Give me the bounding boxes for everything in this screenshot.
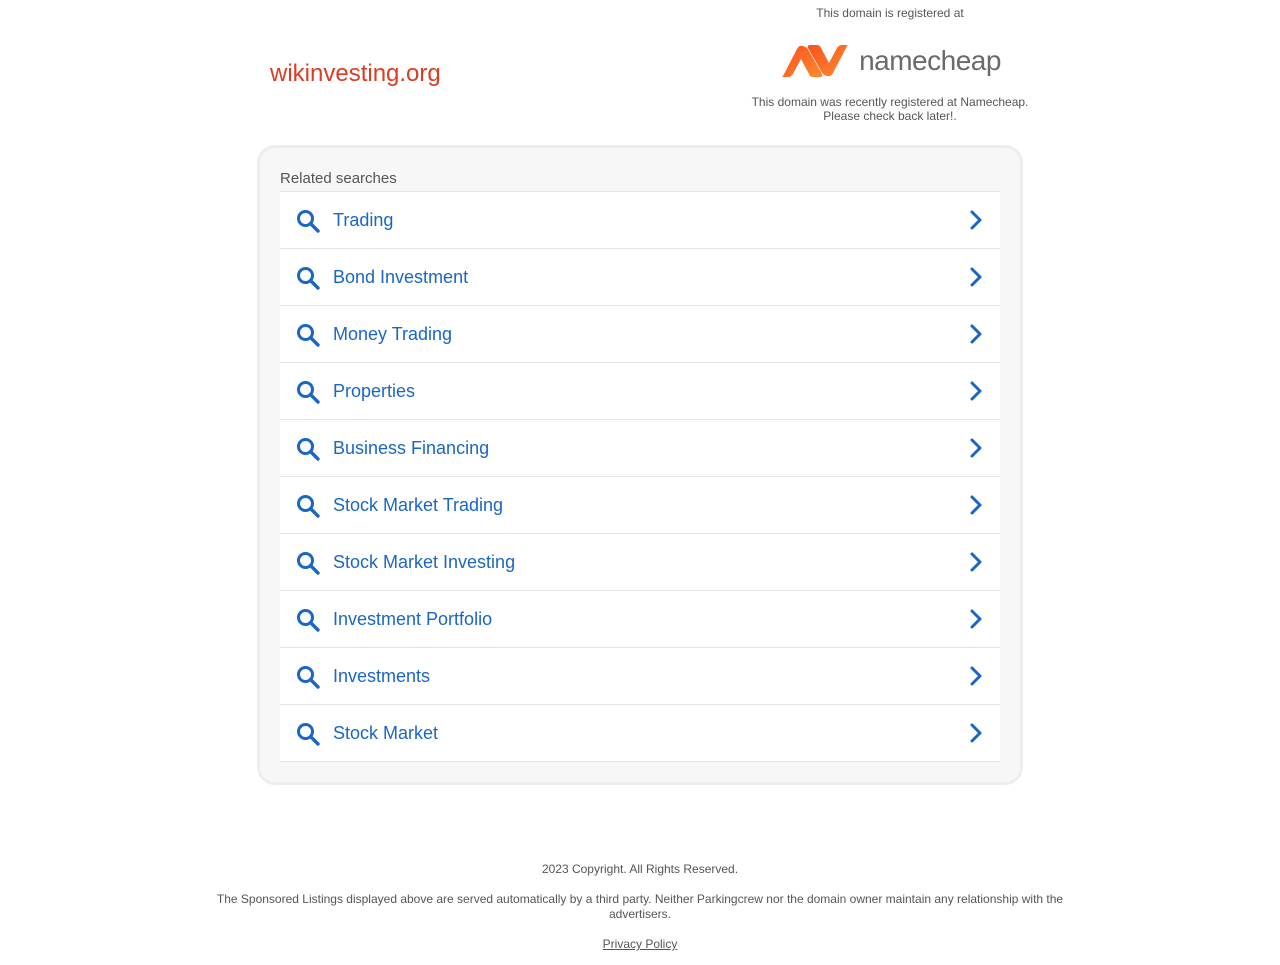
disclaimer-text: The Sponsored Listings displayed above a… xyxy=(216,892,1064,921)
chevron-right-icon xyxy=(970,609,982,629)
related-search-label: Stock Market xyxy=(333,723,439,743)
related-search-label: Investment Portfolio xyxy=(333,609,493,629)
chevron-right-icon xyxy=(970,495,982,515)
related-search-label: Trading xyxy=(333,210,394,230)
related-search-row[interactable]: Stock Market xyxy=(280,705,1000,762)
chevron-right-icon xyxy=(970,723,982,743)
related-search-row[interactable]: Properties xyxy=(280,363,1000,420)
chevron-right-icon xyxy=(970,210,982,230)
related-search-label: Stock Market Investing xyxy=(333,552,516,572)
footer: 2023 Copyright. All Rights Reserved. The… xyxy=(0,862,1280,952)
related-search-row[interactable]: Stock Market Trading xyxy=(280,477,1000,534)
chevron-right-icon xyxy=(970,666,982,686)
namecheap-logo-text: namecheap xyxy=(859,45,1001,76)
registrar-info: This domain is registered at namecheap T… xyxy=(740,5,1040,123)
search-icon xyxy=(297,381,320,404)
search-icon xyxy=(297,438,320,461)
parked-domain-page: wikinvesting.org This domain is register… xyxy=(0,0,1280,965)
chevron-right-icon xyxy=(970,438,982,458)
related-search-row[interactable]: Money Trading xyxy=(280,306,1000,363)
related-search-row[interactable]: Stock Market Investing xyxy=(280,534,1000,591)
chevron-right-icon xyxy=(970,267,982,287)
chevron-right-icon xyxy=(970,324,982,344)
search-icon xyxy=(297,267,320,290)
search-icon xyxy=(297,324,320,347)
related-search-label: Bond Investment xyxy=(333,267,469,287)
registrar-message-line-2: Please check back later!. xyxy=(823,109,957,123)
related-searches-list: Trading Bond Investment Money Trading Prope… xyxy=(280,191,1000,762)
registrar-message-line-1: This domain was recently registered at N… xyxy=(751,95,1029,109)
domain-name: wikinvesting.org xyxy=(270,60,441,87)
registrar-intro-text: This domain is registered at xyxy=(816,6,964,20)
related-search-row[interactable]: Business Financing xyxy=(280,420,1000,477)
chevron-right-icon xyxy=(970,552,982,572)
related-search-label: Business Financing xyxy=(333,438,490,458)
search-icon xyxy=(297,609,320,632)
related-searches-title: Related searches xyxy=(280,170,397,187)
related-search-label: Investments xyxy=(333,666,431,686)
search-icon xyxy=(297,210,320,233)
related-search-row[interactable]: Investments xyxy=(280,648,1000,705)
related-search-label: Stock Market Trading xyxy=(333,495,504,515)
related-search-label: Properties xyxy=(333,381,416,401)
chevron-right-icon xyxy=(970,381,982,401)
namecheap-logo[interactable]: namecheap xyxy=(740,30,1040,92)
copyright-text: 2023 Copyright. All Rights Reserved. xyxy=(541,862,739,876)
search-icon xyxy=(297,552,320,575)
related-search-row[interactable]: Trading xyxy=(280,192,1000,249)
related-search-row[interactable]: Bond Investment xyxy=(280,249,1000,306)
related-search-label: Money Trading xyxy=(333,324,453,344)
search-icon xyxy=(297,666,320,689)
namecheap-logo-icon xyxy=(782,45,848,77)
registrar-message: This domain was recently registered at N… xyxy=(740,95,1040,123)
related-searches-box: Related searches Trading Bond Investment M… xyxy=(257,145,1023,785)
search-icon xyxy=(297,723,320,746)
search-icon xyxy=(297,495,320,518)
privacy-policy-link[interactable]: Privacy Policy xyxy=(603,937,678,952)
related-search-row[interactable]: Investment Portfolio xyxy=(280,591,1000,648)
